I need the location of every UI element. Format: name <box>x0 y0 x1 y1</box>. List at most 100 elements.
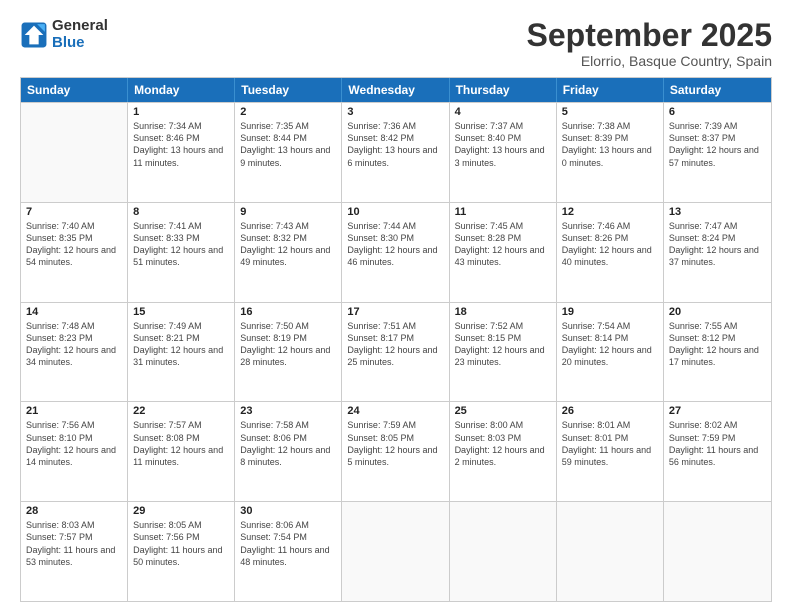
cal-cell-w5-d4 <box>342 502 449 601</box>
sunset-text: Sunset: 8:14 PM <box>562 332 658 344</box>
cal-cell-w5-d6 <box>557 502 664 601</box>
daylight-text: Daylight: 12 hours and 17 minutes. <box>669 344 766 368</box>
logo-icon <box>20 21 48 49</box>
sunrise-text: Sunrise: 7:40 AM <box>26 220 122 232</box>
sunset-text: Sunset: 8:23 PM <box>26 332 122 344</box>
cal-cell-w3-d3: 16Sunrise: 7:50 AMSunset: 8:19 PMDayligh… <box>235 303 342 402</box>
subtitle: Elorrio, Basque Country, Spain <box>527 53 772 69</box>
daylight-text: Daylight: 13 hours and 0 minutes. <box>562 144 658 168</box>
daylight-text: Daylight: 11 hours and 50 minutes. <box>133 544 229 568</box>
sunset-text: Sunset: 8:46 PM <box>133 132 229 144</box>
sunrise-text: Sunrise: 7:45 AM <box>455 220 551 232</box>
sunrise-text: Sunrise: 7:38 AM <box>562 120 658 132</box>
cal-cell-w1-d6: 5Sunrise: 7:38 AMSunset: 8:39 PMDaylight… <box>557 103 664 202</box>
daylight-text: Daylight: 12 hours and 28 minutes. <box>240 344 336 368</box>
sunset-text: Sunset: 8:32 PM <box>240 232 336 244</box>
sunset-text: Sunset: 8:08 PM <box>133 432 229 444</box>
header-saturday: Saturday <box>664 78 771 102</box>
daylight-text: Daylight: 12 hours and 57 minutes. <box>669 144 766 168</box>
sunrise-text: Sunrise: 8:05 AM <box>133 519 229 531</box>
day-number: 27 <box>669 405 766 417</box>
cal-cell-w5-d3: 30Sunrise: 8:06 AMSunset: 7:54 PMDayligh… <box>235 502 342 601</box>
header-monday: Monday <box>128 78 235 102</box>
cal-cell-w1-d4: 3Sunrise: 7:36 AMSunset: 8:42 PMDaylight… <box>342 103 449 202</box>
day-number: 20 <box>669 306 766 318</box>
cal-cell-w5-d7 <box>664 502 771 601</box>
sunset-text: Sunset: 8:39 PM <box>562 132 658 144</box>
day-number: 17 <box>347 306 443 318</box>
calendar-body: 1Sunrise: 7:34 AMSunset: 8:46 PMDaylight… <box>21 102 771 601</box>
day-number: 8 <box>133 206 229 218</box>
sunrise-text: Sunrise: 8:00 AM <box>455 419 551 431</box>
sunrise-text: Sunrise: 7:55 AM <box>669 320 766 332</box>
daylight-text: Daylight: 13 hours and 6 minutes. <box>347 144 443 168</box>
day-number: 1 <box>133 106 229 118</box>
sunset-text: Sunset: 8:19 PM <box>240 332 336 344</box>
sunrise-text: Sunrise: 7:56 AM <box>26 419 122 431</box>
cal-cell-w2-d4: 10Sunrise: 7:44 AMSunset: 8:30 PMDayligh… <box>342 203 449 302</box>
title-section: September 2025 Elorrio, Basque Country, … <box>527 18 772 69</box>
daylight-text: Daylight: 12 hours and 5 minutes. <box>347 444 443 468</box>
sunset-text: Sunset: 8:44 PM <box>240 132 336 144</box>
sunset-text: Sunset: 8:35 PM <box>26 232 122 244</box>
sunset-text: Sunset: 8:28 PM <box>455 232 551 244</box>
daylight-text: Daylight: 12 hours and 23 minutes. <box>455 344 551 368</box>
sunrise-text: Sunrise: 7:48 AM <box>26 320 122 332</box>
sunset-text: Sunset: 8:15 PM <box>455 332 551 344</box>
cal-cell-w1-d5: 4Sunrise: 7:37 AMSunset: 8:40 PMDaylight… <box>450 103 557 202</box>
sunrise-text: Sunrise: 7:57 AM <box>133 419 229 431</box>
day-number: 28 <box>26 505 122 517</box>
cal-cell-w1-d2: 1Sunrise: 7:34 AMSunset: 8:46 PMDaylight… <box>128 103 235 202</box>
day-number: 10 <box>347 206 443 218</box>
main-title: September 2025 <box>527 18 772 53</box>
calendar: Sunday Monday Tuesday Wednesday Thursday… <box>20 77 772 602</box>
sunset-text: Sunset: 8:05 PM <box>347 432 443 444</box>
sunset-text: Sunset: 8:12 PM <box>669 332 766 344</box>
cal-cell-w2-d5: 11Sunrise: 7:45 AMSunset: 8:28 PMDayligh… <box>450 203 557 302</box>
day-number: 16 <box>240 306 336 318</box>
cal-cell-w1-d7: 6Sunrise: 7:39 AMSunset: 8:37 PMDaylight… <box>664 103 771 202</box>
sunrise-text: Sunrise: 7:35 AM <box>240 120 336 132</box>
day-number: 18 <box>455 306 551 318</box>
calendar-week-1: 1Sunrise: 7:34 AMSunset: 8:46 PMDaylight… <box>21 102 771 202</box>
daylight-text: Daylight: 11 hours and 48 minutes. <box>240 544 336 568</box>
daylight-text: Daylight: 12 hours and 11 minutes. <box>133 444 229 468</box>
logo-general-text: General <box>52 18 108 35</box>
day-number: 11 <box>455 206 551 218</box>
sunrise-text: Sunrise: 7:52 AM <box>455 320 551 332</box>
sunset-text: Sunset: 8:30 PM <box>347 232 443 244</box>
daylight-text: Daylight: 12 hours and 54 minutes. <box>26 244 122 268</box>
day-number: 3 <box>347 106 443 118</box>
cal-cell-w3-d6: 19Sunrise: 7:54 AMSunset: 8:14 PMDayligh… <box>557 303 664 402</box>
logo-blue-text: Blue <box>52 35 108 52</box>
day-number: 13 <box>669 206 766 218</box>
sunset-text: Sunset: 8:03 PM <box>455 432 551 444</box>
day-number: 2 <box>240 106 336 118</box>
daylight-text: Daylight: 11 hours and 53 minutes. <box>26 544 122 568</box>
day-number: 9 <box>240 206 336 218</box>
cal-cell-w5-d1: 28Sunrise: 8:03 AMSunset: 7:57 PMDayligh… <box>21 502 128 601</box>
sunset-text: Sunset: 8:17 PM <box>347 332 443 344</box>
cal-cell-w3-d2: 15Sunrise: 7:49 AMSunset: 8:21 PMDayligh… <box>128 303 235 402</box>
daylight-text: Daylight: 12 hours and 40 minutes. <box>562 244 658 268</box>
cal-cell-w4-d6: 26Sunrise: 8:01 AMSunset: 8:01 PMDayligh… <box>557 402 664 501</box>
calendar-header: Sunday Monday Tuesday Wednesday Thursday… <box>21 78 771 102</box>
sunset-text: Sunset: 8:10 PM <box>26 432 122 444</box>
sunset-text: Sunset: 8:06 PM <box>240 432 336 444</box>
sunset-text: Sunset: 7:57 PM <box>26 531 122 543</box>
sunrise-text: Sunrise: 7:41 AM <box>133 220 229 232</box>
header-sunday: Sunday <box>21 78 128 102</box>
day-number: 30 <box>240 505 336 517</box>
cal-cell-w3-d5: 18 Sunrise: 7:52 AMSunset: 8:15 PMDayligh… <box>450 303 557 402</box>
sunset-text: Sunset: 8:37 PM <box>669 132 766 144</box>
daylight-text: Daylight: 12 hours and 49 minutes. <box>240 244 336 268</box>
sunrise-text: Sunrise: 7:54 AM <box>562 320 658 332</box>
sunset-text: Sunset: 7:54 PM <box>240 531 336 543</box>
daylight-text: Daylight: 12 hours and 31 minutes. <box>133 344 229 368</box>
day-number: 24 <box>347 405 443 417</box>
sunrise-text: Sunrise: 7:58 AM <box>240 419 336 431</box>
cal-cell-w2-d7: 13Sunrise: 7:47 AMSunset: 8:24 PMDayligh… <box>664 203 771 302</box>
sunrise-text: Sunrise: 7:39 AM <box>669 120 766 132</box>
daylight-text: Daylight: 12 hours and 46 minutes. <box>347 244 443 268</box>
day-number: 7 <box>26 206 122 218</box>
